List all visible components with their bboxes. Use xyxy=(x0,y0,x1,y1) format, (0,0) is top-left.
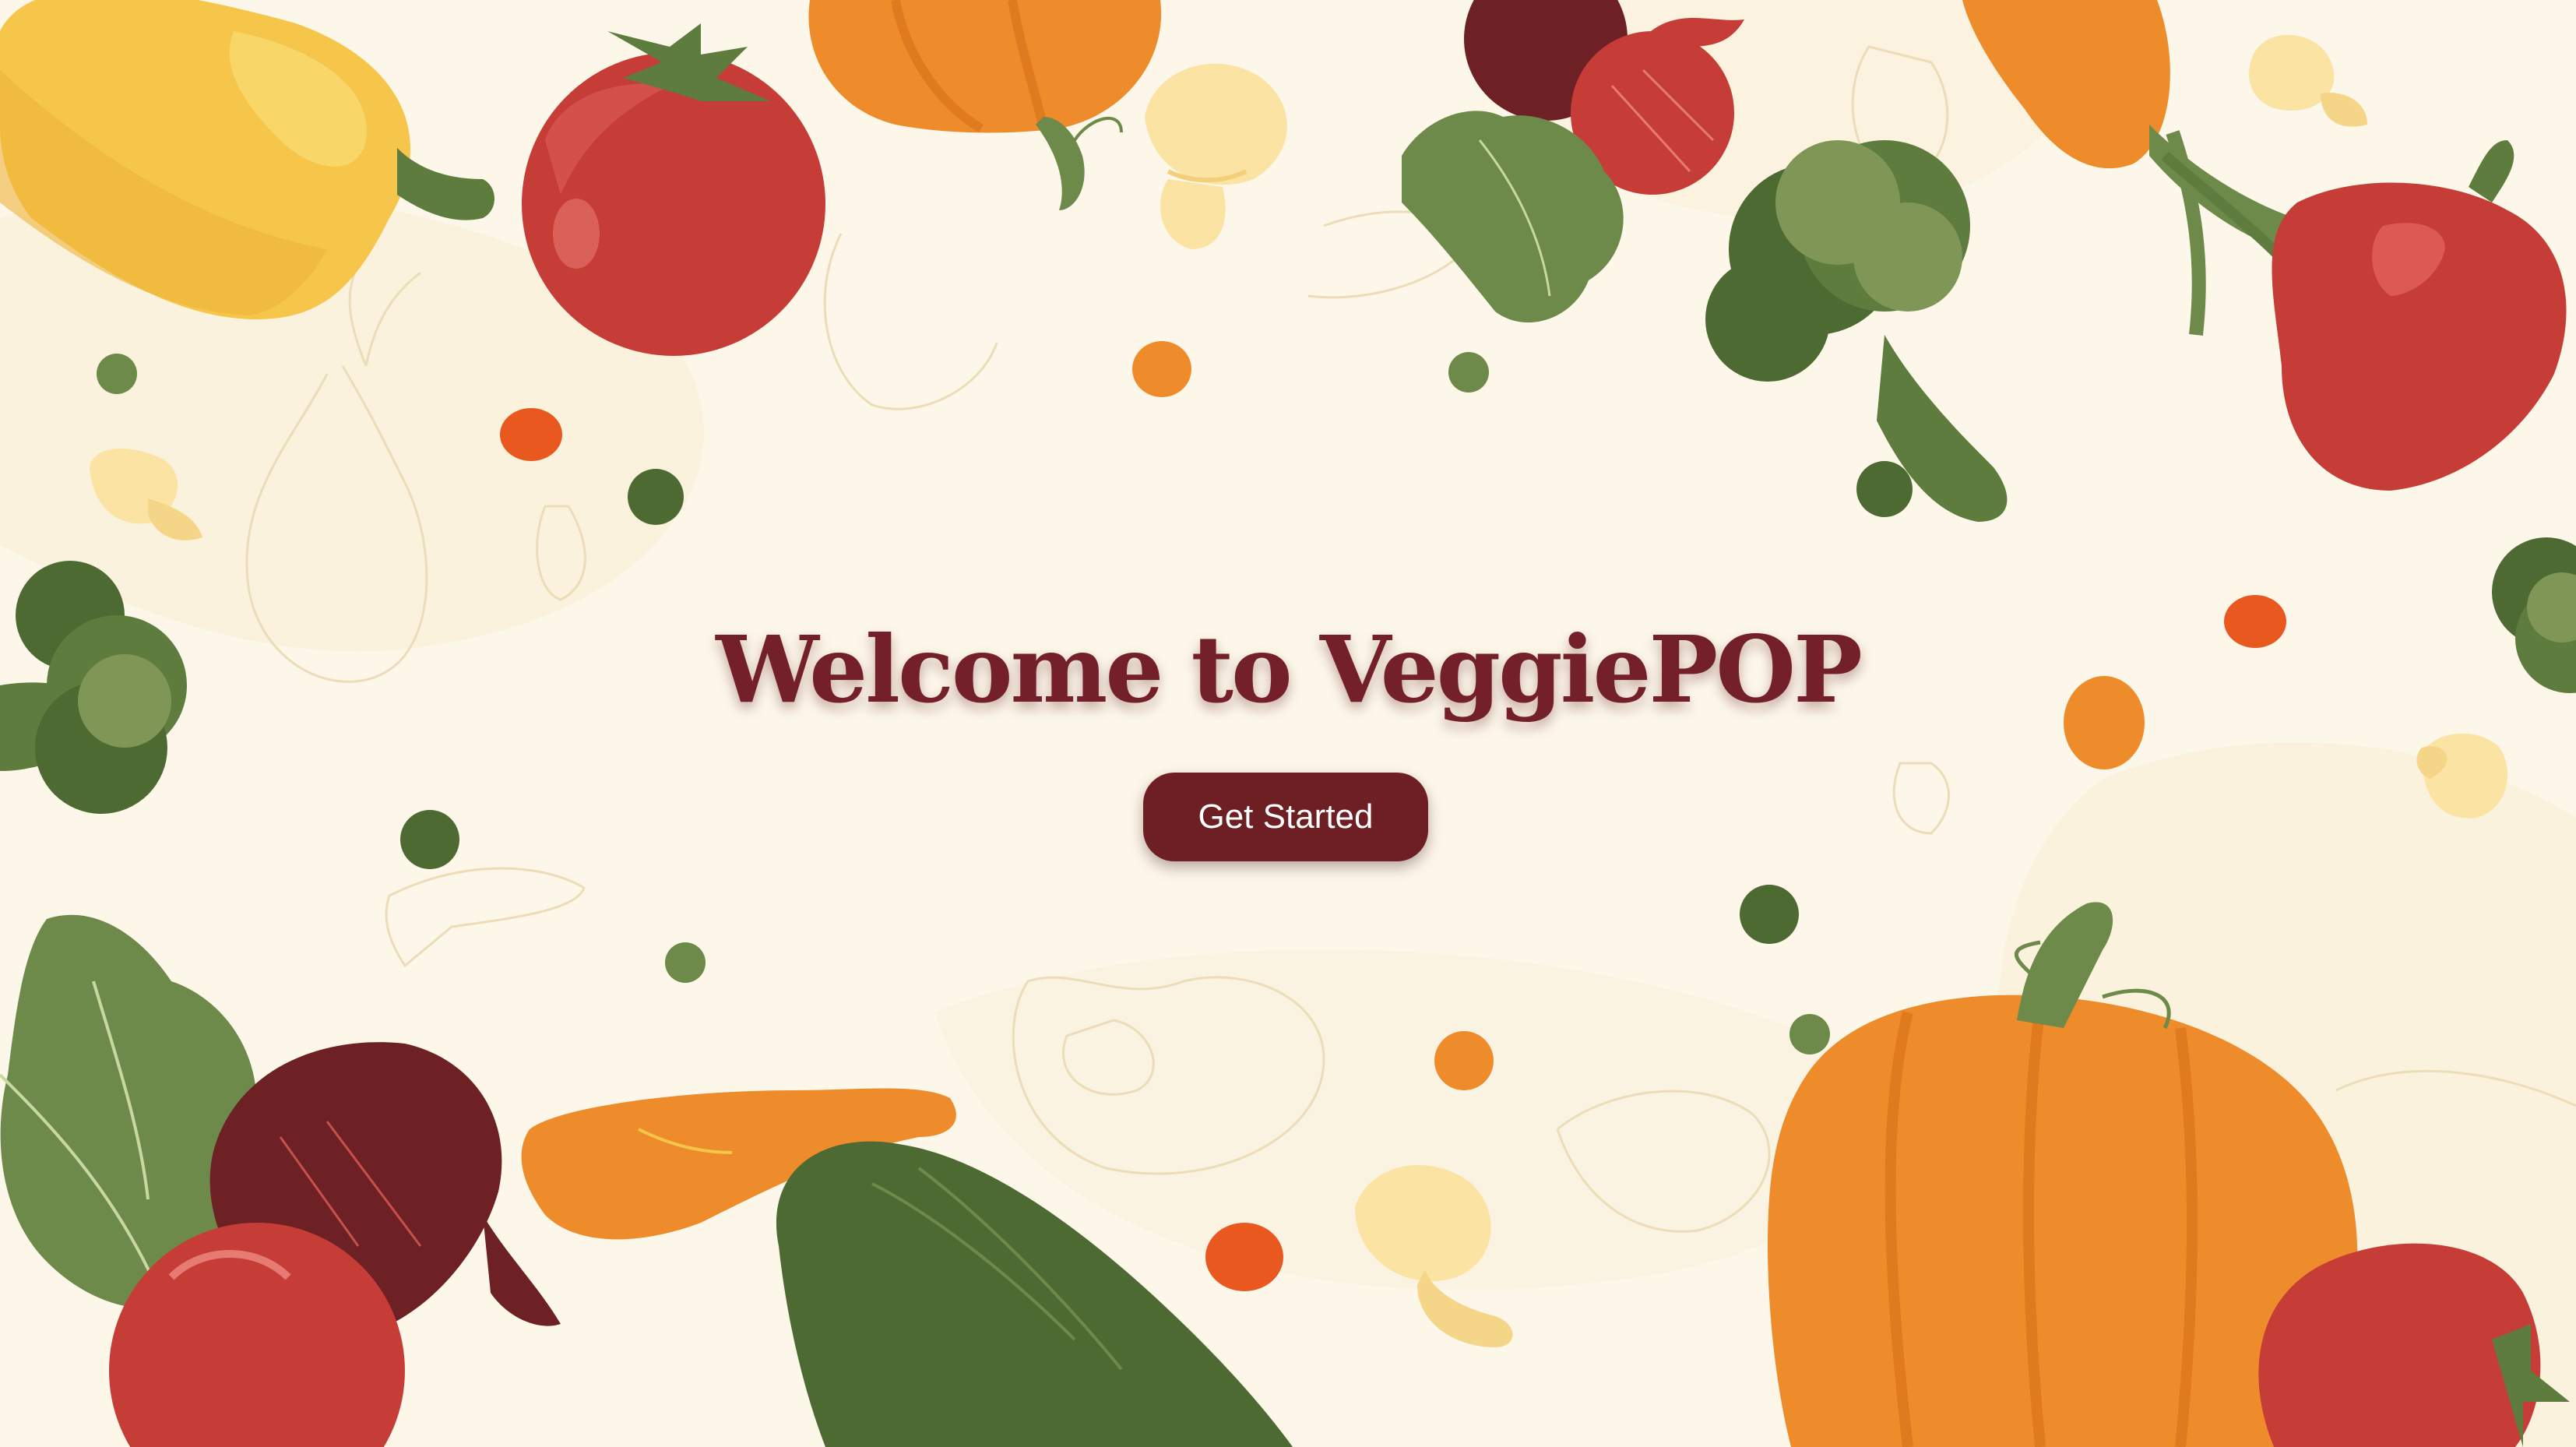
page-title: Welcome to VeggiePOP xyxy=(716,615,1863,724)
hero: Welcome to VeggiePOP Get Started xyxy=(0,0,2576,1447)
get-started-button[interactable]: Get Started xyxy=(1143,773,1428,861)
